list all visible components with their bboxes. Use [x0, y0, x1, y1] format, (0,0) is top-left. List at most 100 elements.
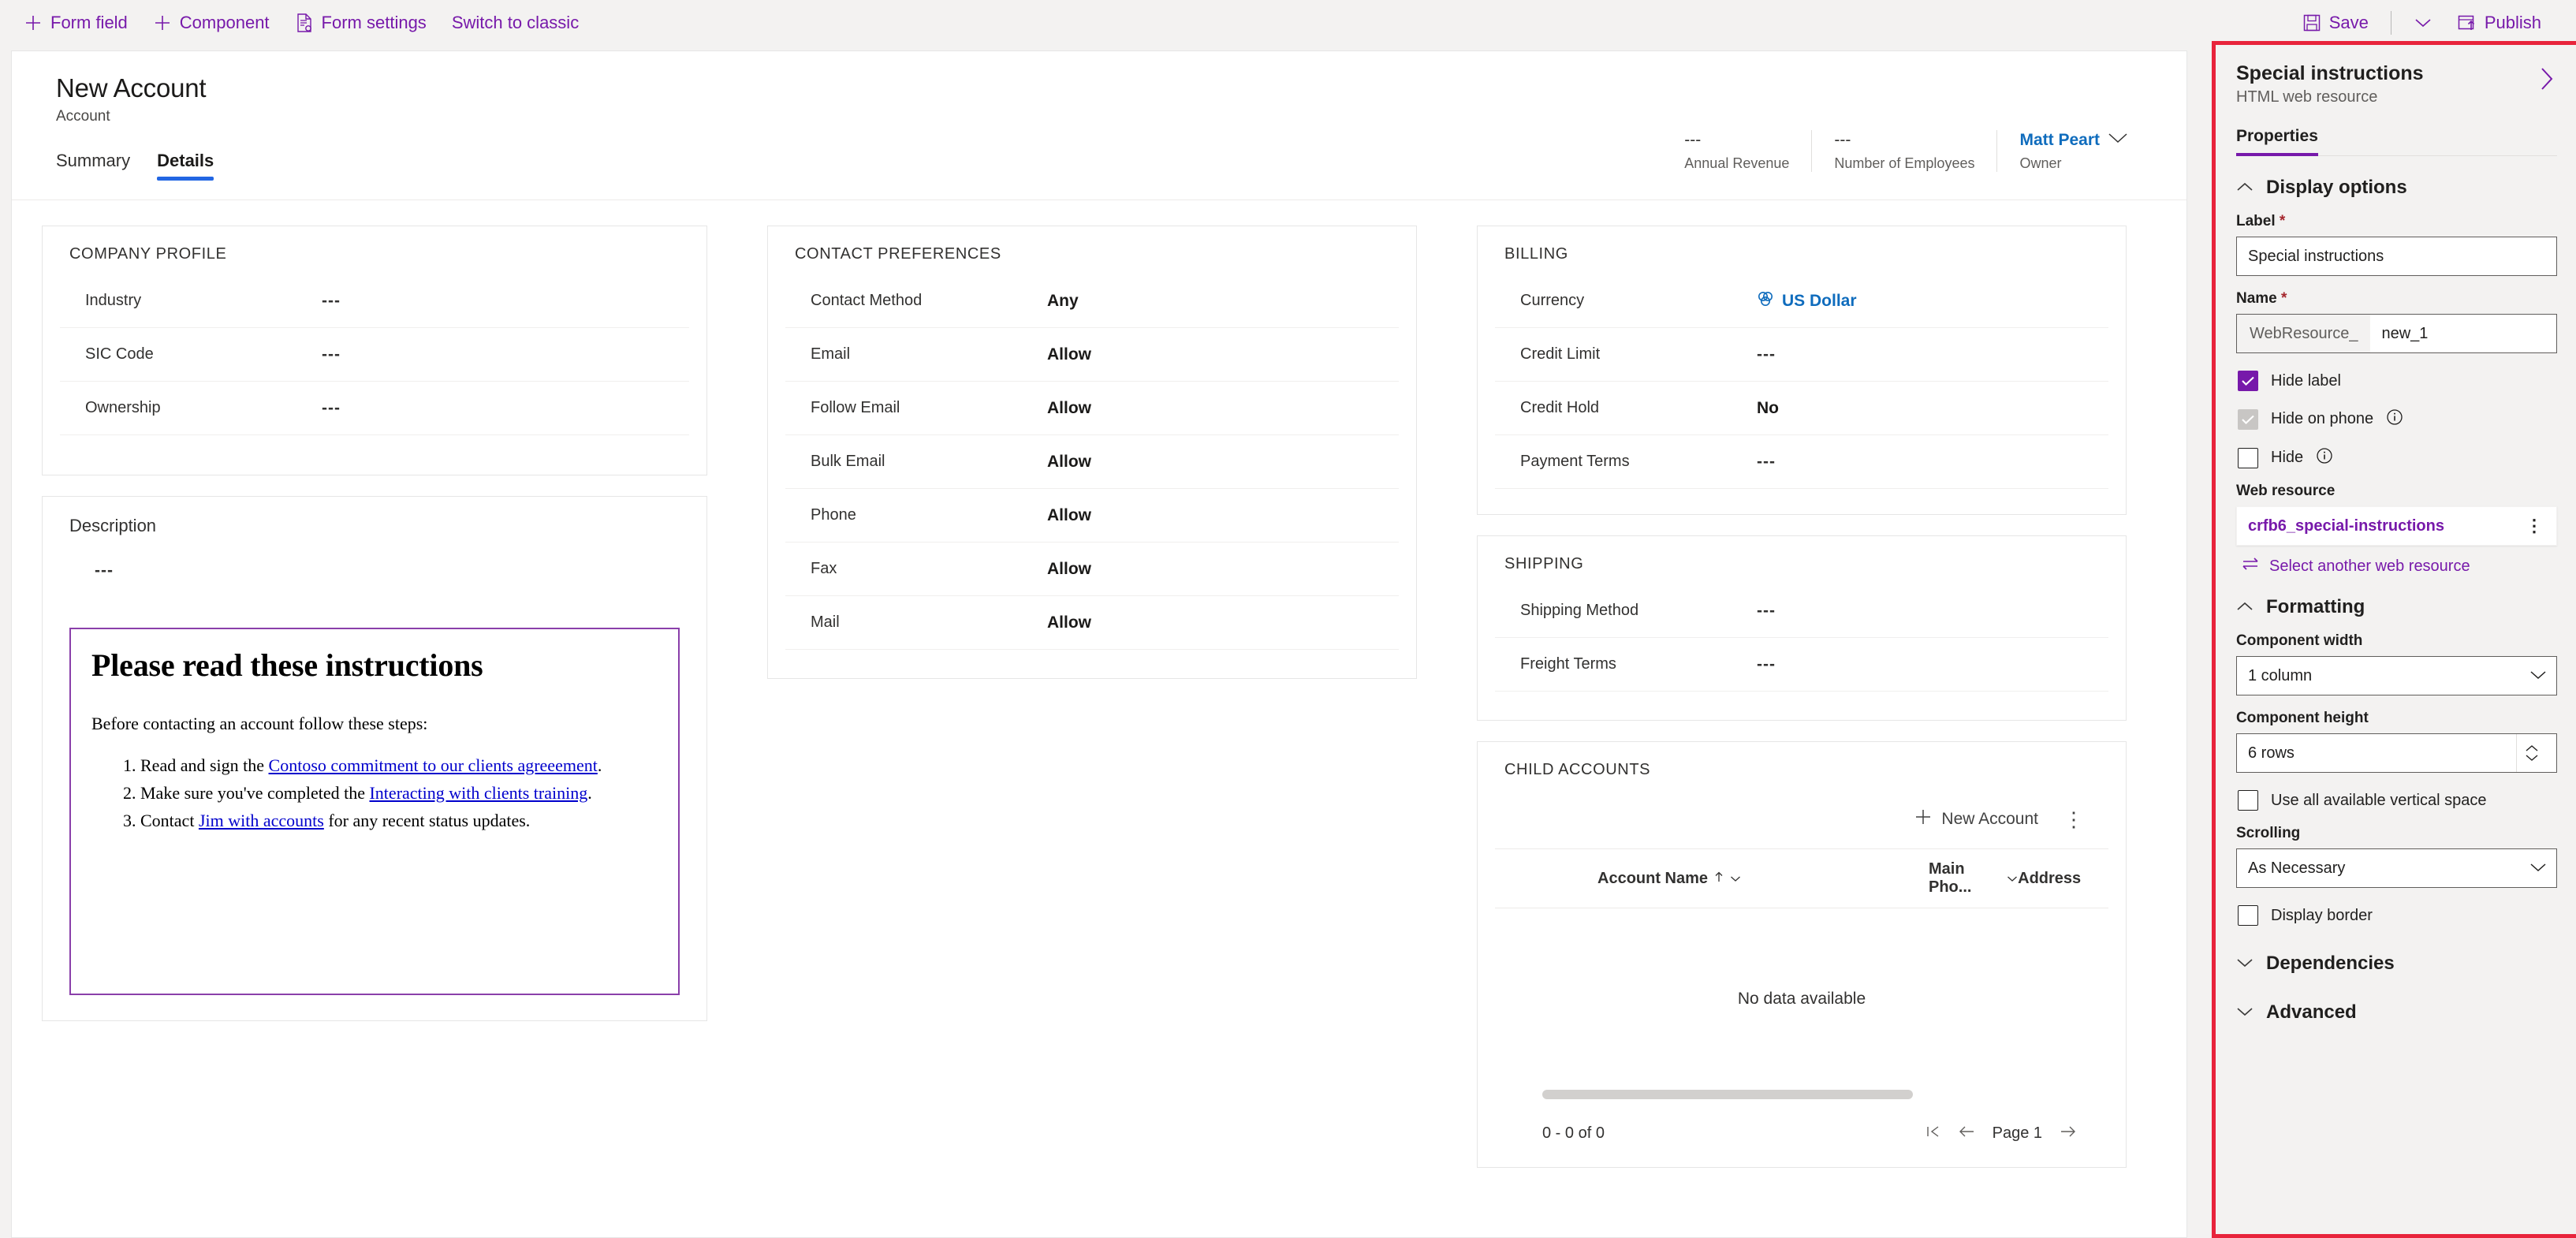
form-column-3: BILLING Currency US Dollar Credit Limit …	[1447, 226, 2157, 1188]
hide-on-phone-checkbox-row[interactable]: Hide on phone	[2238, 408, 2557, 430]
header-field-number-of-employees[interactable]: --- Number of Employees	[1811, 130, 1996, 172]
select-another-web-resource-button[interactable]: Select another web resource	[2241, 557, 2557, 576]
currency-value-wrapper[interactable]: US Dollar	[1757, 290, 1857, 312]
subgrid-more-commands-icon[interactable]: ⋮	[2054, 804, 2094, 835]
hide-on-phone-checkbox[interactable]	[2238, 408, 2258, 430]
field-currency[interactable]: Currency US Dollar	[1495, 274, 2108, 328]
follow-email-label: Follow Email	[811, 399, 900, 416]
record-count: 0 - 0 of 0	[1542, 1124, 1605, 1142]
use-all-vertical-space-checkbox-row[interactable]: Use all available vertical space	[2238, 790, 2557, 811]
hide-checkbox-row[interactable]: Hide	[2238, 447, 2557, 468]
field-credit-limit[interactable]: Credit Limit ---	[1495, 328, 2108, 382]
contoso-commitment-link[interactable]: Contoso commitment to our clients agreee…	[269, 755, 598, 775]
tab-details[interactable]: Details	[157, 151, 214, 181]
web-resource-value-box[interactable]: crfb6_special-instructions ⋮	[2236, 506, 2557, 546]
field-email[interactable]: Email Allow	[785, 328, 1399, 382]
field-follow-email[interactable]: Follow Email Allow	[785, 382, 1399, 435]
accordion-advanced[interactable]: Advanced	[2236, 1001, 2557, 1024]
chevron-down-icon[interactable]	[1730, 870, 1741, 888]
publish-button[interactable]: Publish	[2445, 6, 2554, 40]
field-contact-method[interactable]: Contact Method Any	[785, 274, 1399, 328]
freight-terms-value: ---	[1757, 654, 1776, 673]
jim-with-accounts-link[interactable]: Jim with accounts	[199, 811, 324, 830]
header-field-owner[interactable]: Matt Peart Owner	[1996, 130, 2150, 172]
interacting-with-clients-training-link[interactable]: Interacting with clients training	[369, 783, 587, 803]
owner-value[interactable]: Matt Peart	[2019, 130, 2100, 151]
field-industry[interactable]: Industry ---	[60, 274, 689, 328]
collapse-panel-chevron-right-icon[interactable]	[2537, 62, 2557, 98]
display-border-checkbox[interactable]	[2238, 905, 2258, 926]
field-payment-terms[interactable]: Payment Terms ---	[1495, 435, 2108, 489]
section-title-company-profile: COMPANY PROFILE	[69, 245, 227, 263]
field-phone[interactable]: Phone Allow	[785, 489, 1399, 543]
add-form-field-button[interactable]: Form field	[11, 6, 140, 40]
web-resource-more-options-icon[interactable]: ⋮	[2521, 516, 2548, 536]
html-web-resource-preview[interactable]: Please read these instructions Before co…	[69, 628, 680, 995]
panel-subtitle: HTML web resource	[2236, 88, 2378, 106]
hide-checkbox-label: Hide	[2271, 449, 2304, 466]
chevron-down-icon[interactable]	[2007, 870, 2018, 888]
scrolling-value: As Necessary	[2248, 859, 2346, 877]
phone-label: Phone	[811, 506, 856, 524]
tab-properties[interactable]: Properties	[2236, 127, 2318, 156]
add-component-button[interactable]: Component	[140, 6, 282, 40]
header-field-annual-revenue[interactable]: --- Annual Revenue	[1662, 130, 1811, 172]
display-border-checkbox-row[interactable]: Display border	[2238, 905, 2557, 926]
accordion-dependencies[interactable]: Dependencies	[2236, 953, 2557, 975]
owner-label: Owner	[2019, 155, 2062, 171]
save-options-dropdown[interactable]	[2401, 6, 2445, 40]
first-page-icon[interactable]	[1925, 1123, 1940, 1143]
hide-label-checkbox-row[interactable]: Hide label	[2238, 371, 2557, 391]
stepper-buttons[interactable]	[2516, 734, 2547, 772]
column-header-address[interactable]: Address	[2018, 870, 2099, 888]
label-field-label-text: Label	[2236, 213, 2276, 229]
field-fax[interactable]: Fax Allow	[785, 543, 1399, 596]
list-item: Contact Jim with accounts for any recent…	[140, 808, 658, 833]
scrolling-select[interactable]: As Necessary	[2236, 848, 2557, 888]
label-input[interactable]: Special instructions	[2236, 237, 2557, 276]
next-page-icon[interactable]	[2060, 1123, 2077, 1143]
payment-terms-value: ---	[1757, 452, 1776, 471]
field-mail[interactable]: Mail Allow	[785, 596, 1399, 650]
ownership-value: ---	[322, 398, 341, 417]
field-credit-hold[interactable]: Credit Hold No	[1495, 382, 2108, 435]
name-prefix-label: WebResource_	[2237, 315, 2371, 352]
web-resource-value: crfb6_special-instructions	[2248, 516, 2444, 535]
subgrid-horizontal-scrollbar[interactable]	[1542, 1090, 1913, 1099]
display-options-heading: Display options	[2266, 177, 2407, 198]
field-sic-code[interactable]: SIC Code ---	[60, 328, 689, 382]
name-input[interactable]: WebResource_ new_1	[2236, 314, 2557, 353]
tab-summary[interactable]: Summary	[56, 151, 130, 181]
info-icon[interactable]	[2386, 408, 2403, 430]
shipping-method-value: ---	[1757, 601, 1776, 620]
column-header-main-phone[interactable]: Main Pho...	[1929, 860, 2018, 897]
header-expand-chevron-down-icon[interactable]	[2108, 132, 2128, 148]
hide-label-checkbox[interactable]	[2238, 371, 2258, 391]
email-label: Email	[811, 345, 851, 363]
component-height-stepper[interactable]: 6 rows	[2236, 733, 2557, 773]
contact-method-label: Contact Method	[811, 292, 923, 309]
field-ownership[interactable]: Ownership ---	[60, 382, 689, 435]
currency-label: Currency	[1520, 292, 1585, 309]
save-button[interactable]: Save	[2290, 6, 2381, 40]
use-all-vertical-space-label: Use all available vertical space	[2271, 791, 2487, 809]
stepper-up-icon[interactable]	[2525, 744, 2539, 752]
field-shipping-method[interactable]: Shipping Method ---	[1495, 584, 2108, 638]
panel-title: Special instructions	[2236, 62, 2424, 84]
field-freight-terms[interactable]: Freight Terms ---	[1495, 638, 2108, 692]
form-column-2: CONTACT PREFERENCES Contact Method Any E…	[737, 226, 1447, 1188]
new-account-button[interactable]: New Account	[1903, 802, 2049, 837]
info-icon[interactable]	[2316, 447, 2333, 468]
field-bulk-email[interactable]: Bulk Email Allow	[785, 435, 1399, 489]
accordion-formatting[interactable]: Formatting	[2236, 596, 2557, 618]
switch-to-classic-button[interactable]: Switch to classic	[439, 6, 591, 40]
use-all-vertical-space-checkbox[interactable]	[2238, 790, 2258, 811]
description-value[interactable]: ---	[60, 547, 689, 625]
form-settings-button[interactable]: Form settings	[282, 6, 439, 40]
hide-checkbox[interactable]	[2238, 447, 2258, 468]
previous-page-icon[interactable]	[1958, 1123, 1975, 1143]
column-header-account-name[interactable]: Account Name	[1597, 870, 1929, 888]
stepper-down-icon[interactable]	[2525, 754, 2539, 762]
component-width-select[interactable]: 1 column	[2236, 656, 2557, 695]
accordion-display-options[interactable]: Display options	[2236, 177, 2557, 199]
